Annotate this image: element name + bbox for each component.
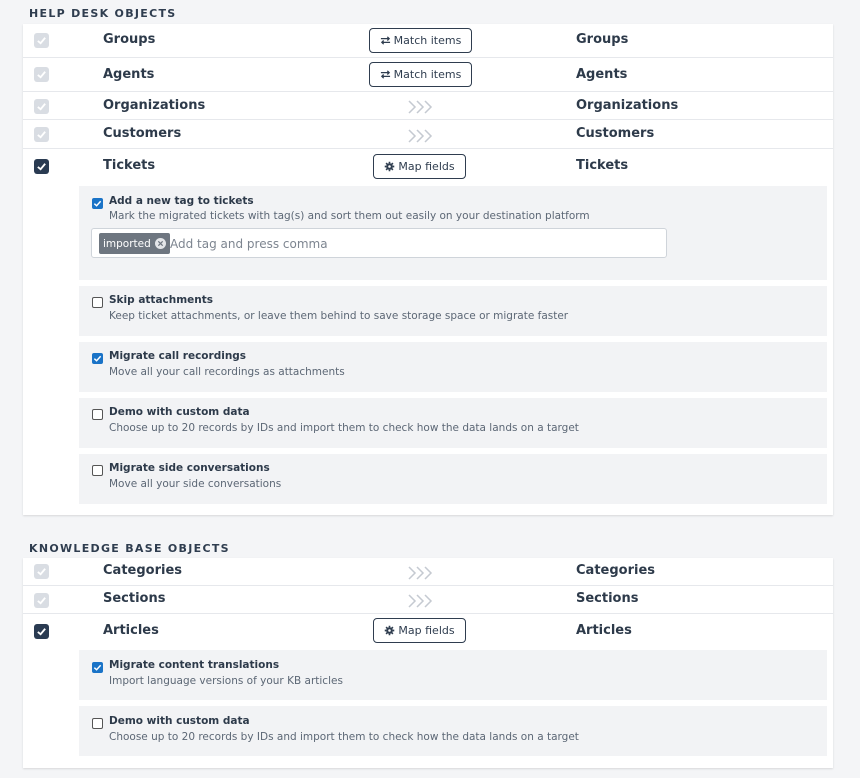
organizations-label: Organizations [103,98,206,113]
add-tag-checkbox[interactable] [92,198,103,209]
agents-match-items-label: Match items [393,68,462,81]
gear-icon [385,625,395,636]
customers-target-label: Customers [576,126,655,141]
groups-target-label: Groups [576,32,629,47]
chevrons-right-icon [408,100,433,114]
articles-map-fields-label: Map fields [398,624,455,637]
knowledge-base-panel: Categories Categories Sections Sections … [23,558,833,768]
object-row-customers: Customers Customers [23,120,833,149]
option-side-conversations: Migrate side conversations Move all your… [79,454,827,504]
check-icon [37,37,46,45]
object-row-organizations: Organizations Organizations [23,92,833,120]
check-icon [37,103,46,111]
content-translations-title: Migrate content translations [109,659,280,671]
articles-map-fields-button[interactable]: Map fields [373,618,466,643]
check-icon [37,163,46,171]
chevrons-right-icon [408,129,433,143]
object-row-articles: Articles Map fields Articles [23,614,833,650]
groups-match-items-button[interactable]: Match items [369,28,472,53]
option-kb-demo-custom-data: Demo with custom data Choose up to 20 re… [79,706,827,756]
side-conversations-title: Migrate side conversations [109,462,270,474]
gear-icon [385,161,395,172]
sections-checkbox[interactable] [34,593,49,608]
skip-attachments-title: Skip attachments [109,294,214,306]
object-row-categories: Categories Categories [23,558,833,586]
tag-input-box[interactable]: imported [91,228,667,258]
tag-chip-label: imported [103,237,151,250]
check-icon [37,597,46,605]
demo-custom-data-title: Demo with custom data [109,406,250,418]
tickets-target-label: Tickets [576,158,629,173]
sections-target-label: Sections [576,591,639,606]
agents-match-items-button[interactable]: Match items [369,62,472,87]
option-demo-custom-data: Demo with custom data Choose up to 20 re… [79,398,827,448]
organizations-target-label: Organizations [576,98,679,113]
demo-custom-data-checkbox[interactable] [92,409,103,420]
option-content-translations: Migrate content translations Import lang… [79,650,827,700]
check-icon [93,200,102,207]
tickets-map-fields-label: Map fields [398,160,455,173]
skip-attachments-description: Keep ticket attachments, or leave them b… [109,310,569,322]
tickets-checkbox[interactable] [34,159,49,174]
kb-demo-custom-data-title: Demo with custom data [109,715,250,727]
call-recordings-description: Move all your call recordings as attachm… [109,366,345,378]
articles-label: Articles [103,623,159,638]
option-skip-attachments: Skip attachments Keep ticket attachments… [79,286,827,336]
tag-text-input[interactable] [170,233,650,254]
categories-checkbox[interactable] [34,564,49,579]
groups-checkbox[interactable] [34,33,49,48]
check-icon [93,664,102,671]
add-tag-description: Mark the migrated tickets with tag(s) an… [109,210,590,222]
tickets-map-fields-button[interactable]: Map fields [373,154,466,179]
call-recordings-checkbox[interactable] [92,353,103,364]
object-row-groups: Groups Match items Groups [23,24,833,58]
customers-label: Customers [103,126,182,141]
demo-custom-data-description: Choose up to 20 records by IDs and impor… [109,422,579,434]
help-desk-panel: Groups Match items Groups Agents Match i… [23,24,833,515]
agents-label: Agents [103,67,155,82]
kb-demo-custom-data-checkbox[interactable] [92,718,103,729]
side-conversations-description: Move all your side conversations [109,478,282,490]
check-icon [37,131,46,139]
object-row-sections: Sections Sections [23,586,833,614]
articles-target-label: Articles [576,623,632,638]
call-recordings-title: Migrate call recordings [109,350,247,362]
knowledge-base-heading: KNOWLEDGE BASE OBJECTS [29,542,230,555]
swap-arrows-icon [380,36,390,45]
option-call-recordings: Migrate call recordings Move all your ca… [79,342,827,392]
agents-checkbox[interactable] [34,67,49,82]
content-translations-description: Import language versions of your KB arti… [109,675,343,687]
check-icon [93,355,102,362]
sections-label: Sections [103,591,166,606]
agents-target-label: Agents [576,67,628,82]
swap-arrows-icon [380,70,390,79]
tickets-label: Tickets [103,158,156,173]
help-desk-heading: HELP DESK OBJECTS [29,7,177,20]
customers-checkbox[interactable] [34,127,49,142]
tag-chip: imported [99,233,170,254]
skip-attachments-checkbox[interactable] [92,297,103,308]
kb-demo-custom-data-description: Choose up to 20 records by IDs and impor… [109,731,579,743]
articles-checkbox[interactable] [34,624,49,639]
add-tag-title: Add a new tag to tickets [109,195,254,207]
content-translations-checkbox[interactable] [92,662,103,673]
groups-match-items-label: Match items [393,34,462,47]
categories-label: Categories [103,563,183,578]
organizations-checkbox[interactable] [34,99,49,114]
chevrons-right-icon [408,594,433,608]
chevrons-right-icon [408,566,433,580]
object-row-tickets: Tickets Map fields Tickets [23,149,833,185]
categories-target-label: Categories [576,563,656,578]
remove-tag-icon[interactable] [154,238,166,249]
option-add-tag: Add a new tag to tickets Mark the migrat… [79,186,827,280]
side-conversations-checkbox[interactable] [92,465,103,476]
check-icon [37,71,46,79]
object-row-agents: Agents Match items Agents [23,58,833,92]
check-icon [37,568,46,576]
check-icon [37,628,46,636]
groups-label: Groups [103,32,156,47]
